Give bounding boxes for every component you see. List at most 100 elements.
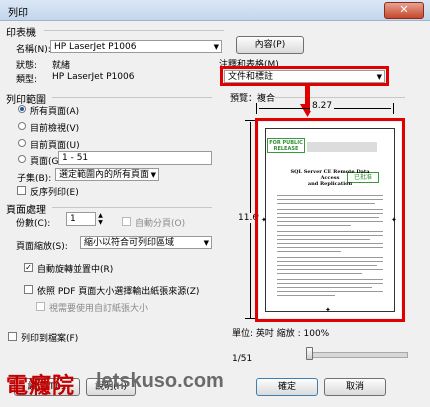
- text-line: [277, 265, 377, 266]
- printer-name-select[interactable]: HP LaserJet P1006 ▼: [50, 40, 222, 53]
- text-line: [277, 251, 341, 252]
- chevron-down-icon: ▼: [376, 73, 382, 81]
- radio-pages[interactable]: [18, 155, 26, 163]
- text-line: [277, 269, 383, 270]
- copies-spinner[interactable]: ▲ ▼: [96, 212, 105, 226]
- copies-value: 1: [70, 214, 76, 224]
- custom-paper-checkbox[interactable]: [36, 302, 45, 311]
- printer-name-label: 名稱(N):: [16, 45, 51, 55]
- page-slider-track[interactable]: [306, 352, 408, 358]
- annotations-value: 文件和標註: [228, 72, 274, 82]
- divider: [275, 97, 405, 98]
- document-title: SQL Server CE Remote Data Access and Rep…: [289, 169, 371, 187]
- custom-paper-label: 視需要使用自訂紙張大小: [49, 304, 149, 314]
- text-line: [277, 213, 383, 214]
- text-line: [277, 243, 383, 244]
- collate-label: 自動分頁(O): [135, 219, 186, 229]
- text-line: [277, 279, 383, 280]
- handling-section-title: 頁面處理: [6, 205, 46, 216]
- close-button[interactable]: ✕: [384, 2, 424, 19]
- preview-label: 預覽：複合: [230, 94, 276, 104]
- print-to-file-label: 列印到檔案(F): [21, 334, 79, 344]
- printer-type-label: 類型:: [16, 75, 38, 85]
- dimension-tick: [393, 103, 394, 114]
- page-counter: 1/51: [232, 354, 253, 364]
- pdf-page-size-label: 依照 PDF 頁面大小選擇輸出紙張來源(Z): [37, 287, 200, 297]
- preview-units: 單位: 英吋 縮放 : 100%: [232, 329, 330, 339]
- spin-down-icon[interactable]: ▼: [96, 219, 105, 226]
- text-line: [277, 273, 362, 274]
- divider: [52, 97, 212, 98]
- document-title-line1: SQL Server CE Remote Data Access: [290, 169, 370, 181]
- subset-label: 子集(B):: [17, 174, 52, 184]
- crop-mark-icon: ✦: [325, 306, 331, 314]
- copies-input[interactable]: 1: [66, 212, 96, 226]
- pdf-page-size-checkbox[interactable]: [24, 285, 33, 294]
- divider: [44, 30, 224, 31]
- scaling-select[interactable]: 縮小以符合可列印區域 ▼: [80, 236, 212, 249]
- printer-status-value: 就緒: [52, 61, 71, 71]
- printer-section-title: 印表機: [6, 28, 36, 39]
- text-line: [277, 261, 383, 262]
- document-title-line2: and Replication: [307, 181, 353, 187]
- chevron-down-icon: ▼: [203, 239, 209, 247]
- properties-button[interactable]: 內容(P): [236, 36, 304, 54]
- text-line: [277, 235, 383, 236]
- page-slider-thumb[interactable]: [306, 347, 313, 360]
- header-bar: [307, 142, 377, 152]
- document-body: [277, 192, 383, 296]
- text-line: [277, 257, 383, 258]
- text-line: [277, 287, 373, 288]
- dimension-tick: [256, 103, 257, 114]
- pages-input-value: 1 - 51: [62, 153, 89, 163]
- radio-current-view[interactable]: [18, 122, 26, 130]
- reverse-checkbox[interactable]: [17, 186, 26, 195]
- preview-page: FOR PUBLIC RELEASE 已批准 SQL Server CE Rem…: [259, 122, 401, 318]
- auto-rotate-checkbox[interactable]: ✓: [24, 263, 33, 272]
- ok-button[interactable]: 確定: [256, 378, 318, 396]
- text-line: [277, 231, 383, 232]
- close-icon: ✕: [399, 3, 409, 16]
- printer-status-label: 狀態:: [16, 61, 38, 71]
- preview-width-label: 8.27: [310, 101, 335, 111]
- divider: [52, 207, 212, 208]
- copies-label: 份數(C):: [16, 219, 51, 229]
- auto-rotate-label: 自動旋轉並置中(R): [37, 265, 114, 275]
- chevron-down-icon: ▼: [213, 43, 219, 51]
- range-all-pages-label: 所有頁面(A): [30, 107, 80, 117]
- title-bar: 列印 ✕: [0, 0, 430, 21]
- crop-mark-icon: ✦: [391, 216, 397, 224]
- text-line: [277, 239, 371, 240]
- crop-mark-icon: ✦: [261, 216, 267, 224]
- printer-name-value: HP LaserJet P1006: [54, 42, 137, 52]
- text-line: [277, 295, 336, 296]
- reverse-label: 反序列印(E): [30, 188, 79, 198]
- text-line: [277, 291, 383, 292]
- text-line: [277, 195, 383, 196]
- cancel-button[interactable]: 取消: [324, 378, 386, 396]
- text-line: [277, 199, 383, 200]
- annotations-select[interactable]: 文件和標註 ▼: [224, 70, 385, 83]
- window-title: 列印: [8, 8, 28, 19]
- stamp-for-public-release: FOR PUBLIC RELEASE: [267, 138, 305, 153]
- subset-select[interactable]: 選定範圍內的所有頁面 ▼: [55, 168, 159, 181]
- scaling-value: 縮小以符合可列印區域: [84, 238, 175, 248]
- watermark-left: 電癮院: [6, 374, 76, 399]
- radio-current-page[interactable]: [18, 139, 26, 147]
- print-to-file-checkbox[interactable]: [8, 332, 17, 341]
- text-line: [277, 225, 352, 226]
- watermark-right: letskuso.com: [96, 370, 224, 392]
- subset-value: 選定範圍內的所有頁面: [59, 170, 150, 180]
- printer-type-value: HP LaserJet P1006: [52, 72, 135, 82]
- text-line: [277, 283, 383, 284]
- text-line: [277, 203, 375, 204]
- collate-checkbox[interactable]: [122, 217, 131, 226]
- scaling-label: 頁面縮放(S):: [16, 242, 68, 252]
- chevron-down-icon: ▼: [150, 171, 156, 179]
- text-line: [277, 221, 383, 222]
- spin-up-icon[interactable]: ▲: [96, 212, 105, 219]
- range-current-page-label: 目前頁面(U): [30, 141, 80, 151]
- text-line: [277, 209, 383, 210]
- radio-all-pages[interactable]: [18, 105, 26, 113]
- pages-input[interactable]: 1 - 51: [58, 151, 212, 165]
